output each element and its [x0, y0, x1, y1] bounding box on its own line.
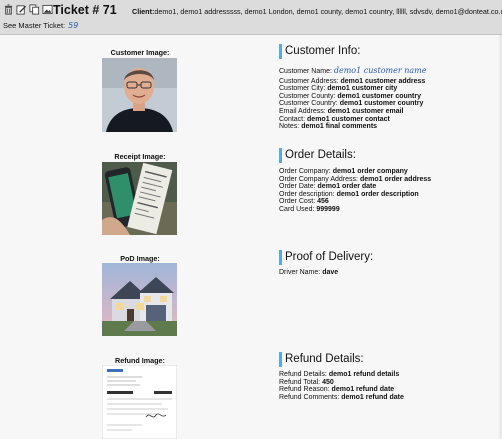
customer-county-value: demo1 customer country	[337, 92, 422, 100]
customer-city-label: Customer City:	[279, 85, 326, 93]
order-company-address-row: Order Company Address: demo1 order addre…	[279, 176, 431, 184]
refund-image[interactable]	[102, 365, 177, 439]
card-used-value: 999999	[316, 205, 340, 213]
order-company-row: Order Company: demo1 order company	[279, 168, 431, 176]
customer-email-row: Email Address: demo1 customer email	[279, 108, 426, 116]
customer-country-row: Customer Country: demo1 customer country	[279, 100, 426, 108]
delivery-details: Driver Name: dave	[279, 269, 338, 277]
master-ticket-line: See Master Ticket: 59	[3, 21, 78, 30]
client-summary: Client:demo1, demo1 addresssss, demo1 Lo…	[132, 7, 502, 16]
customer-contact-label: Contact:	[279, 115, 306, 123]
refund-image-caption: Refund Image:	[115, 356, 165, 365]
order-cost-value: 456	[317, 198, 329, 206]
order-cost-row: Order Cost: 456	[279, 198, 431, 206]
refund-details: Refund Details: demo1 refund details Ref…	[279, 371, 404, 401]
refund-reason-value: demo1 refund date	[331, 386, 395, 394]
refund-reason-row: Refund Reason: demo1 refund date	[279, 386, 404, 394]
refund-comments-label: Refund Comments:	[279, 393, 340, 401]
refund-total-value: 450	[322, 378, 334, 386]
customer-notes-label: Notes:	[279, 123, 300, 131]
refund-details-heading: Refund Details:	[279, 352, 364, 367]
customer-city-row: Customer City: demo1 customer city	[279, 85, 426, 93]
image-icon[interactable]	[42, 4, 53, 15]
customer-name-row: Customer Name: demo1 customer name	[279, 67, 426, 76]
customer-county-label: Customer County:	[279, 92, 336, 100]
order-company-address-value: demo1 order address	[359, 175, 432, 183]
customer-city-value: demo1 customer city	[327, 85, 398, 93]
customer-notes-value: demo1 final comments	[301, 123, 378, 131]
customer-notes-row: Notes: demo1 final comments	[279, 123, 426, 131]
receipt-image[interactable]	[102, 162, 177, 235]
refund-comments-row: Refund Comments: demo1 refund date	[279, 394, 404, 402]
order-company-label: Order Company:	[279, 168, 331, 175]
customer-contact-value: demo1 customer contact	[307, 115, 390, 123]
ticket-number: Ticket # 71	[53, 3, 117, 17]
driver-name-label: Driver Name:	[279, 269, 321, 276]
order-description-label: Order description:	[279, 190, 335, 198]
customer-email-label: Email Address:	[279, 107, 326, 115]
order-description-row: Order description: demo1 order descripti…	[279, 191, 431, 199]
customer-contact-row: Contact: demo1 customer contact	[279, 116, 426, 124]
proof-of-delivery-heading: Proof of Delivery:	[279, 250, 373, 265]
order-date-row: Order Date: demo1 order date	[279, 183, 431, 191]
customer-name-value: demo1 customer name	[333, 66, 427, 75]
refund-reason-label: Refund Reason:	[279, 386, 330, 394]
order-date-label: Order Date:	[279, 183, 316, 191]
receipt-image-caption: Receipt Image:	[114, 152, 166, 161]
ticket-header: Ticket # 71 Client:demo1, demo1 addresss…	[0, 0, 502, 35]
client-value: demo1, demo1 addresssss, demo1 London, d…	[154, 7, 502, 16]
ticket-content: Customer Image: Customer Info: Customer …	[0, 35, 502, 439]
refund-total-row: Refund Total: 450	[279, 379, 404, 387]
order-details: Order Company: demo1 order company Order…	[279, 168, 431, 214]
driver-name-row: Driver Name: dave	[279, 269, 338, 277]
refund-details-label: Refund Details:	[279, 371, 327, 378]
order-company-address-label: Order Company Address:	[279, 175, 358, 183]
pod-image[interactable]	[102, 263, 177, 336]
customer-county-row: Customer County: demo1 customer country	[279, 93, 426, 101]
refund-details-row: Refund Details: demo1 refund details	[279, 371, 404, 379]
order-date-value: demo1 order date	[317, 183, 377, 191]
customer-country-value: demo1 customer country	[339, 100, 424, 108]
customer-info-details: Customer Name: demo1 customer name Custo…	[279, 67, 426, 131]
refund-total-label: Refund Total:	[279, 378, 321, 386]
customer-info-heading: Customer Info:	[279, 44, 360, 59]
customer-country-label: Customer Country:	[279, 100, 338, 108]
refund-comments-value: demo1 refund date	[341, 393, 404, 401]
pod-image-caption: PoD Image:	[120, 254, 160, 263]
client-label: Client:	[132, 7, 155, 16]
customer-address-value: demo1 customer address	[340, 77, 426, 85]
customer-address-label: Customer Address:	[279, 77, 339, 85]
order-details-heading: Order Details:	[279, 148, 356, 163]
refund-details-value: demo1 refund details	[328, 371, 400, 378]
customer-address-row: Customer Address: demo1 customer address	[279, 78, 426, 86]
card-used-label: Card Used:	[279, 205, 315, 213]
edit-icon[interactable]	[16, 4, 27, 15]
master-ticket-label: See Master Ticket:	[3, 21, 66, 30]
order-company-value: demo1 order company	[332, 168, 408, 175]
customer-email-value: demo1 customer email	[327, 107, 404, 115]
trash-icon[interactable]	[3, 4, 14, 15]
copy-icon[interactable]	[29, 4, 40, 15]
customer-image[interactable]	[102, 58, 177, 132]
order-description-value: demo1 order description	[336, 190, 419, 198]
toolbar	[3, 4, 53, 15]
driver-name-value: dave	[322, 269, 339, 276]
order-cost-label: Order Cost:	[279, 198, 316, 206]
customer-image-caption: Customer Image:	[110, 48, 170, 57]
customer-name-label: Customer Name:	[279, 68, 332, 75]
master-ticket-link[interactable]: 59	[68, 21, 78, 30]
card-used-row: Card Used: 999999	[279, 206, 431, 214]
